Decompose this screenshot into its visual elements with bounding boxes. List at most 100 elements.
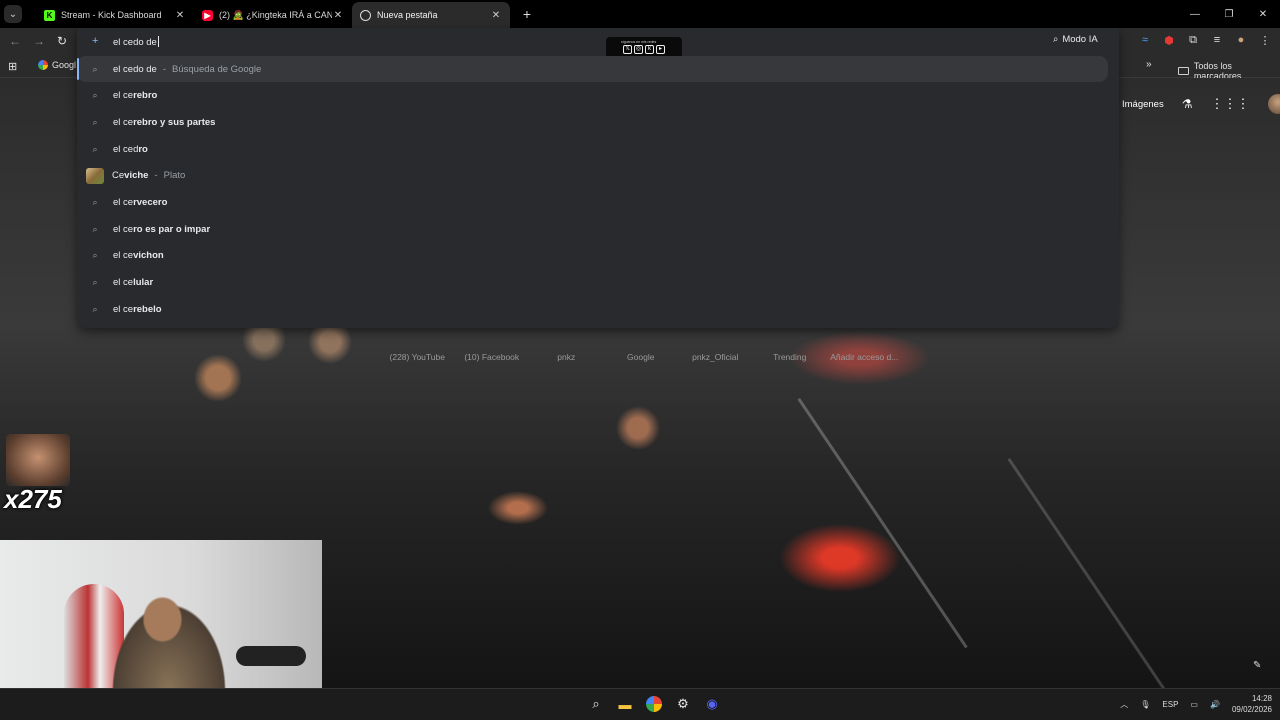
shortcut-tile[interactable]: (10) Facebook <box>455 352 530 362</box>
suggestion-completion: rebelo <box>133 303 162 315</box>
suggestion-row[interactable]: ⌕ el cevichon <box>77 243 1119 269</box>
menu-kebab-icon[interactable]: ⋮ <box>1258 34 1272 47</box>
search-icon: ⌕ <box>92 143 98 154</box>
volume-icon[interactable]: 🔊 <box>1210 700 1220 709</box>
suggestion-text: el cerebro <box>113 90 157 101</box>
windows-start-icon[interactable] <box>559 696 575 712</box>
account-avatar[interactable] <box>1267 94 1280 114</box>
tab-search-button[interactable]: ⌄ <box>4 5 22 23</box>
back-icon[interactable]: ← <box>9 34 21 48</box>
taskbar-apps: ⌕ ▬ ⚙ ◉ <box>556 693 723 715</box>
suggestion-text: el cevichon <box>113 250 164 261</box>
extensions-puzzle-icon[interactable]: ⧉ <box>1186 34 1200 47</box>
close-icon[interactable]: ✕ <box>490 10 502 21</box>
customize-pencil-icon[interactable]: ✎ <box>1253 660 1261 671</box>
shortcut-tile[interactable]: Google <box>604 352 679 362</box>
new-tab-button[interactable]: + <box>518 5 536 23</box>
search-icon: ⌕ <box>92 90 98 101</box>
toolbar-right-icons: ≈ ⬢ ⧉ ≡ ● ⋮ <box>1138 34 1272 47</box>
microphone-icon[interactable]: 🎙 <box>1140 700 1150 709</box>
suggestion-row[interactable]: ⌕ el cedro <box>77 136 1119 162</box>
separator: - <box>154 170 158 182</box>
minimize-button[interactable]: — <box>1178 0 1212 28</box>
tab-title: (2) 🧟 ¿Kingteka IRÁ a CANA? ( <box>219 9 332 20</box>
tab-youtube[interactable]: ▶ (2) 🧟 ¿Kingteka IRÁ a CANA? ( ✕ <box>194 2 352 28</box>
shortcut-tile[interactable]: pnkz <box>529 352 604 362</box>
images-link[interactable]: Imágenes <box>1122 99 1164 110</box>
shortcut-tile[interactable]: pnkz_Oficial <box>678 352 753 362</box>
ceviche-thumbnail <box>86 167 104 184</box>
discord-icon[interactable]: ◉ <box>701 693 723 715</box>
search-icon: ⌕ <box>92 223 98 234</box>
apps-grid-icon[interactable]: ⊞ <box>8 60 17 73</box>
suggestion-text: el cerebro y sus partes <box>113 117 215 128</box>
ntp-header-links: Imágenes ⚗ ⋮⋮⋮ <box>1122 94 1280 114</box>
suggestion-description: Plato <box>163 170 186 182</box>
suggestion-completion: ro es par o impar <box>133 223 211 235</box>
clock[interactable]: 14:28 09/02/2026 <box>1232 693 1272 715</box>
window-controls: — ❐ ✕ <box>1178 0 1280 28</box>
address-input[interactable]: el cedo de <box>113 36 159 48</box>
settings-icon[interactable]: ⚙ <box>672 693 694 715</box>
suggestion-completion: ro <box>138 143 148 155</box>
suggestion-row[interactable]: ⌕ el cero es par o impar <box>77 216 1119 242</box>
media-control-icon[interactable]: ≡ <box>1210 34 1224 47</box>
file-explorer-icon[interactable]: ▬ <box>614 693 636 715</box>
suggestion-prefix: el ce <box>113 303 134 315</box>
suggestion-row[interactable]: ⌕ el cerebro <box>77 83 1119 109</box>
suggestion-row[interactable]: ⌕ el cerebro y sus partes <box>77 109 1119 135</box>
plus-icon[interactable]: + <box>92 35 98 47</box>
suggestion-row[interactable]: ⌕ el celular <box>77 270 1119 296</box>
close-window-button[interactable]: ✕ <box>1246 0 1280 28</box>
youtube-icon: ▶ <box>202 9 213 21</box>
separator: - <box>162 63 167 75</box>
shortcut-tile[interactable]: Trending <box>753 352 828 362</box>
tray-chevron-icon[interactable]: ︿ <box>1120 699 1128 710</box>
suggestion-completion: rebro y sus partes <box>133 116 216 128</box>
x-logo-icon: 𝕏 <box>623 45 632 54</box>
address-input-value: el cedo de <box>113 37 157 48</box>
streamer <box>104 592 234 690</box>
more-bookmarks-icon[interactable]: » <box>1146 59 1152 70</box>
omnibox-dropdown: + el cedo de síguenos en mis redes 𝕏 ◎ k… <box>77 28 1119 328</box>
system-tray: ︿ 🎙 ESP ▭ 🔊 14:28 09/02/2026 <box>1120 693 1272 715</box>
close-icon[interactable]: ✕ <box>332 10 344 21</box>
suggestion-prefix: el ce <box>113 197 134 208</box>
restore-button[interactable]: ❐ <box>1212 0 1246 28</box>
rail-streak <box>797 398 968 649</box>
webcam-overlay <box>0 540 322 690</box>
tab-kick-dashboard[interactable]: K Stream - Kick Dashboard ✕ <box>36 2 194 28</box>
profile-avatar-icon[interactable]: ● <box>1234 34 1248 47</box>
shortcut-tile[interactable]: (228) YouTube <box>380 352 455 362</box>
google-apps-icon[interactable]: ⋮⋮⋮ <box>1211 96 1250 112</box>
close-icon[interactable]: ✕ <box>174 10 186 21</box>
address-bar[interactable]: + el cedo de síguenos en mis redes 𝕏 ◎ k… <box>77 28 1119 59</box>
chevron-down-icon: ⌄ <box>8 8 18 20</box>
suggestion-row[interactable]: Ceviche - Plato <box>77 163 1119 189</box>
emote-count: x275 <box>4 484 62 514</box>
labs-flask-icon[interactable]: ⚗ <box>1182 97 1193 111</box>
extension-wave-icon[interactable]: ≈ <box>1138 34 1152 47</box>
chrome-icon[interactable] <box>643 693 665 715</box>
emote-image <box>6 434 70 486</box>
network-icon[interactable]: ▭ <box>1190 700 1198 709</box>
tab-new-tab[interactable]: Nueva pestaña ✕ <box>352 2 510 28</box>
bookmark-google[interactable]: Googl <box>38 60 76 70</box>
suggestion-row[interactable]: ⌕ el cervecero <box>77 190 1119 216</box>
modo-ia-button[interactable]: ⌕ Modo IA <box>1053 34 1098 45</box>
reload-icon[interactable]: ↻ <box>57 34 67 48</box>
modo-ia-label: Modo IA <box>1062 34 1098 45</box>
search-icon[interactable]: ⌕ <box>585 693 607 715</box>
suggestion-prefix: el ce <box>113 116 134 128</box>
suggestion-text: el cerebelo <box>113 304 162 315</box>
forward-icon[interactable]: → <box>33 34 45 48</box>
add-shortcut-tile[interactable]: Añadir acceso d... <box>827 352 902 362</box>
microphone <box>236 646 306 666</box>
search-icon: ⌕ <box>92 303 98 314</box>
suggestion-row[interactable]: ⌕ el cedo de - Búsqueda de Google <box>77 56 1108 82</box>
suggestion-prefix: el ce <box>113 277 134 289</box>
rail-streak <box>1007 458 1201 720</box>
extension-shield-icon[interactable]: ⬢ <box>1162 34 1176 47</box>
suggestion-row[interactable]: ⌕ el cerebelo <box>77 296 1119 322</box>
language-indicator[interactable]: ESP <box>1162 700 1178 709</box>
